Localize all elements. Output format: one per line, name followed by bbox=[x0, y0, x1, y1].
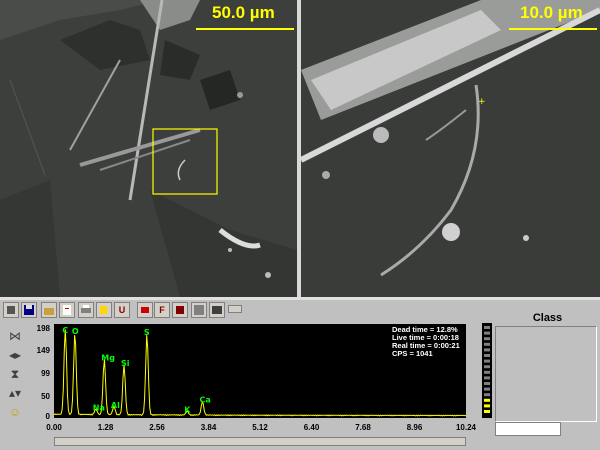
floppy-disk-icon bbox=[24, 305, 34, 315]
peak-label: Al bbox=[111, 401, 120, 410]
copy-icon bbox=[100, 306, 107, 314]
toolbar-button-copy[interactable] bbox=[96, 302, 112, 318]
peak-label: O bbox=[72, 327, 79, 336]
cps: CPS = 1041 bbox=[392, 349, 433, 358]
peak-label: Ca bbox=[200, 395, 211, 404]
x-tick-label: 3.84 bbox=[200, 423, 217, 432]
acquisition-stats: Dead time = 12.8% Live time = 0:00:18 Re… bbox=[392, 326, 460, 358]
peak-label: K bbox=[184, 405, 191, 414]
toolbar-button-f[interactable]: F bbox=[154, 302, 170, 318]
toolbar-button-print[interactable] bbox=[78, 302, 94, 318]
toolbar-button-report[interactable] bbox=[59, 302, 75, 318]
sem-image-low-mag-content bbox=[0, 0, 297, 297]
report-icon bbox=[63, 305, 71, 315]
y-tick-label: 198 bbox=[36, 324, 50, 333]
meter-segment bbox=[484, 370, 490, 374]
scale-bar-line bbox=[509, 28, 597, 30]
meter-segment bbox=[484, 354, 490, 357]
count-rate-meter bbox=[482, 323, 492, 418]
meter-segment bbox=[484, 337, 490, 341]
stop-icon bbox=[176, 306, 184, 314]
toolbar-button-settings[interactable] bbox=[3, 302, 19, 318]
scale-bar-label: 50.0 µm bbox=[212, 3, 275, 22]
meter-segment bbox=[484, 398, 490, 402]
toolbar-button-open[interactable] bbox=[41, 302, 57, 318]
x-tick-label: 8.96 bbox=[406, 423, 423, 432]
meter-segment bbox=[484, 331, 490, 335]
meter-segment bbox=[484, 404, 490, 408]
peak-label: Mg bbox=[101, 354, 115, 363]
side-tools: ⋈ ◂▸ ⧗ ▴▾ ☺ bbox=[0, 322, 30, 422]
sem-image-low-mag[interactable]: 50.0 µm bbox=[0, 0, 297, 297]
x-tick-label: 6.40 bbox=[303, 423, 320, 432]
display-icon bbox=[212, 306, 222, 314]
printer-icon bbox=[81, 305, 91, 313]
meter-segment bbox=[484, 326, 490, 329]
x-tick-label: 2.56 bbox=[149, 423, 165, 432]
meter-segment bbox=[484, 382, 490, 385]
grid-icon bbox=[194, 305, 204, 315]
y-tick-label: 149 bbox=[36, 346, 50, 355]
peak-label: Si bbox=[121, 359, 130, 368]
peak-label: Na bbox=[93, 404, 105, 413]
class-input[interactable] bbox=[495, 422, 561, 436]
toolbar-button-display[interactable] bbox=[209, 302, 225, 318]
peak-id-icon bbox=[141, 307, 149, 313]
tools-icon bbox=[7, 306, 15, 314]
toolbar-button-peak-id[interactable] bbox=[137, 302, 153, 318]
scale-bar-line bbox=[196, 28, 294, 30]
meter-segment bbox=[484, 342, 490, 346]
compress-vertical-icon[interactable]: ▴▾ bbox=[7, 385, 23, 401]
toolbar-button-stop[interactable] bbox=[172, 302, 188, 318]
x-tick-label: 7.68 bbox=[355, 423, 371, 432]
sem-image-high-mag-content: + bbox=[301, 0, 600, 297]
meter-segment bbox=[484, 376, 490, 380]
svg-text:+: + bbox=[478, 97, 486, 107]
x-tick-label: 10.24 bbox=[455, 423, 477, 432]
meter-segment bbox=[484, 359, 490, 363]
class-list[interactable] bbox=[495, 326, 597, 422]
eds-spectrum[interactable]: C O Na Mg Al Si S K Ca Dead time = 12.8% Live ti… bbox=[53, 324, 467, 418]
toolbar-button-extra[interactable] bbox=[228, 305, 242, 313]
x-tick-label: 0.00 bbox=[46, 423, 62, 432]
meter-segment bbox=[484, 365, 490, 369]
expand-vertical-icon[interactable]: ⧗ bbox=[7, 366, 23, 382]
toolbar-button-save[interactable] bbox=[21, 302, 37, 318]
spectrum-x-axis: 0.00 1.28 2.56 3.84 5.12 6.40 7.68 8.96 10.24 bbox=[40, 423, 480, 435]
scale-bar-label: 10.0 µm bbox=[520, 3, 583, 22]
y-tick-label: 50 bbox=[41, 392, 50, 401]
x-tick-label: 5.12 bbox=[252, 423, 268, 432]
toolbar-button-u[interactable]: U bbox=[114, 302, 130, 318]
toolbar: U F bbox=[0, 300, 490, 322]
class-panel: Class bbox=[495, 312, 600, 427]
meter-bars bbox=[484, 326, 490, 413]
y-tick-label: 99 bbox=[41, 369, 50, 378]
compress-horizontal-icon[interactable]: ◂▸ bbox=[7, 347, 23, 363]
spectrum-scrollbar[interactable] bbox=[54, 437, 466, 446]
peak-label: C bbox=[62, 326, 68, 335]
y-tick-label: 0 bbox=[45, 412, 50, 421]
toolbar-button-grid[interactable] bbox=[191, 302, 207, 318]
open-icon bbox=[44, 308, 54, 315]
meter-segment bbox=[484, 393, 490, 397]
peak-label: S bbox=[144, 328, 150, 337]
spectrum-y-axis: 198 149 99 50 0 bbox=[32, 322, 52, 422]
x-tick-label: 1.28 bbox=[97, 423, 114, 432]
meter-segment bbox=[484, 387, 490, 391]
sem-image-high-mag[interactable]: + 10.0 µm bbox=[301, 0, 600, 297]
meter-segment bbox=[484, 410, 490, 413]
expand-horizontal-icon[interactable]: ⋈ bbox=[7, 328, 23, 344]
meter-segment bbox=[484, 348, 490, 352]
class-title: Class bbox=[532, 312, 563, 324]
smiley-icon[interactable]: ☺ bbox=[7, 404, 23, 420]
